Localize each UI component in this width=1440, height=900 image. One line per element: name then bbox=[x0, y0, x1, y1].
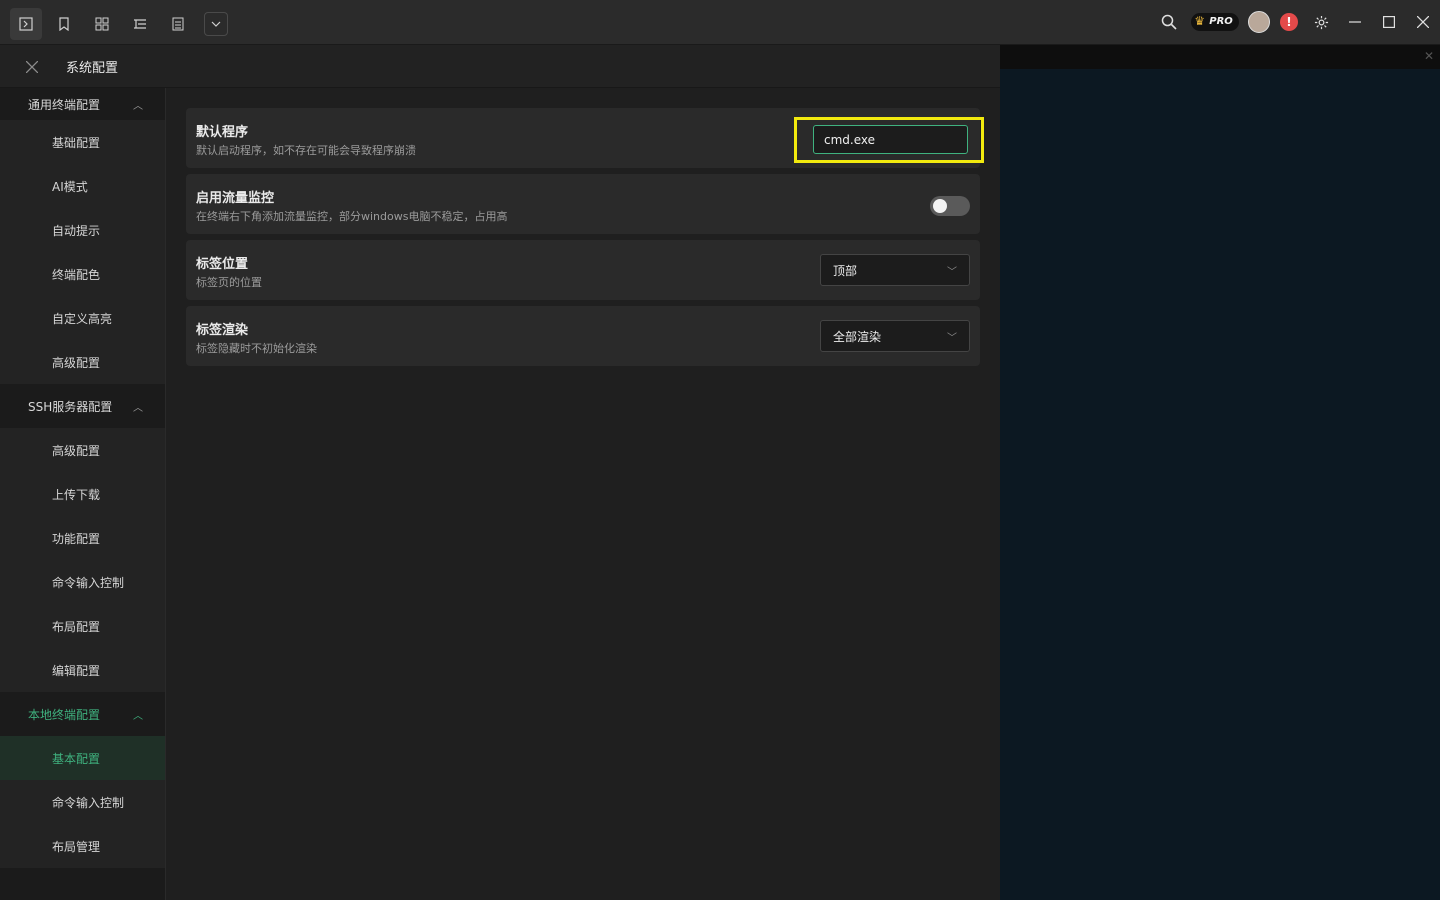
sidebar-item[interactable]: 高级配置 bbox=[0, 428, 165, 472]
avatar-button[interactable] bbox=[1244, 0, 1274, 44]
chevron-down-icon: ﹀ bbox=[947, 332, 957, 344]
panel-close-icon[interactable] bbox=[25, 57, 39, 78]
pro-button[interactable]: ♛ PRO bbox=[1186, 0, 1244, 44]
settings-content: 默认程序 默认启动程序，如不存在可能会导致程序崩溃 启用流量监控 在终端右下角添… bbox=[166, 88, 1000, 900]
terminal-icon[interactable] bbox=[10, 8, 42, 40]
setting-row-tab-render: 标签渲染 标签隐藏时不初始化渲染 全部渲染 ﹀ bbox=[186, 306, 980, 366]
tab-render-select[interactable]: 全部渲染 ﹀ bbox=[820, 320, 970, 352]
top-toolbar: ♛ PRO ! bbox=[0, 0, 1440, 45]
sidebar-group-general[interactable]: 通用终端配置 ︿ bbox=[0, 88, 165, 120]
sidebar-item[interactable]: 高级配置 bbox=[0, 340, 165, 384]
setting-label: 标签位置 bbox=[196, 257, 249, 272]
default-program-input[interactable] bbox=[813, 125, 968, 154]
sidebar-group-local[interactable]: 本地终端配置 ︿ bbox=[0, 692, 165, 736]
sidebar-item[interactable]: 布局管理 bbox=[0, 824, 165, 868]
setting-label: 默认程序 bbox=[196, 125, 249, 140]
pro-label: PRO bbox=[1209, 16, 1233, 27]
sidebar-item[interactable]: 命令输入控制 bbox=[0, 780, 165, 824]
traffic-monitor-toggle[interactable] bbox=[930, 196, 970, 216]
setting-description: 在终端右下角添加流量监控，部分windows电脑不稳定，占用高 bbox=[196, 210, 508, 223]
settings-sidebar: 通用终端配置 ︿ 基础配置 AI模式 自动提示 终端配色 自定义高亮 高级配置 … bbox=[0, 88, 166, 900]
setting-description: 标签页的位置 bbox=[196, 276, 262, 289]
sidebar-item[interactable]: 自动提示 bbox=[0, 208, 165, 252]
sidebar-item[interactable]: 上传下载 bbox=[0, 472, 165, 516]
right-toolbar: ♛ PRO ! bbox=[1152, 0, 1440, 44]
sidebar-item[interactable]: 自定义高亮 bbox=[0, 296, 165, 340]
sidebar-item[interactable]: 编辑配置 bbox=[0, 648, 165, 692]
panel-header: 系统配置 bbox=[0, 45, 1000, 88]
setting-row-default-program: 默认程序 默认启动程序，如不存在可能会导致程序崩溃 bbox=[186, 108, 984, 168]
group-label: 本地终端配置 bbox=[28, 707, 101, 722]
setting-label: 启用流量监控 bbox=[196, 191, 275, 206]
bookmark-icon[interactable] bbox=[48, 8, 80, 40]
sidebar-item[interactable]: AI模式 bbox=[0, 164, 165, 208]
chevron-up-icon: ︿ bbox=[133, 710, 143, 722]
select-value: 顶部 bbox=[833, 263, 858, 278]
minimize-icon[interactable] bbox=[1338, 0, 1372, 44]
sidebar-item[interactable]: 布局配置 bbox=[0, 604, 165, 648]
sidebar-group-ssh[interactable]: SSH服务器配置 ︿ bbox=[0, 384, 165, 428]
sidebar-item[interactable]: 终端配色 bbox=[0, 252, 165, 296]
terminal-tab-bar bbox=[1000, 45, 1440, 69]
tree-icon[interactable] bbox=[124, 8, 156, 40]
sidebar-item[interactable]: 功能配置 bbox=[0, 516, 165, 560]
panel-title: 系统配置 bbox=[66, 61, 119, 76]
setting-label: 标签渲染 bbox=[196, 323, 249, 338]
terminal-pane[interactable]: ✕ bbox=[1000, 45, 1440, 900]
chevron-up-icon: ︿ bbox=[133, 100, 143, 112]
sidebar-item[interactable]: 命令输入控制 bbox=[0, 560, 165, 604]
maximize-icon[interactable] bbox=[1372, 0, 1406, 44]
close-icon[interactable]: ✕ bbox=[1424, 49, 1434, 63]
group-label: SSH服务器配置 bbox=[28, 399, 113, 414]
setting-description: 默认启动程序，如不存在可能会导致程序崩溃 bbox=[196, 144, 416, 157]
layout-icon[interactable] bbox=[86, 8, 118, 40]
sidebar-item-selected[interactable]: 基本配置 bbox=[0, 736, 165, 780]
crown-icon: ♛ bbox=[1194, 14, 1205, 28]
search-icon[interactable] bbox=[1152, 0, 1186, 44]
left-toolbar bbox=[10, 8, 228, 40]
avatar bbox=[1248, 11, 1270, 33]
gear-icon[interactable] bbox=[1304, 0, 1338, 44]
group-label: 通用终端配置 bbox=[28, 97, 101, 112]
setting-row-traffic-monitor: 启用流量监控 在终端右下角添加流量监控，部分windows电脑不稳定，占用高 bbox=[186, 174, 980, 234]
chevron-up-icon: ︿ bbox=[133, 402, 143, 414]
select-value: 全部渲染 bbox=[833, 329, 882, 344]
alert-button[interactable]: ! bbox=[1274, 0, 1304, 44]
chevron-down-icon: ﹀ bbox=[947, 266, 957, 278]
toggle-knob bbox=[933, 199, 947, 213]
sidebar-item[interactable]: 基础配置 bbox=[0, 120, 165, 164]
alert-icon: ! bbox=[1280, 13, 1298, 31]
highlight-box bbox=[794, 117, 984, 163]
list-icon[interactable] bbox=[162, 8, 194, 40]
close-icon[interactable] bbox=[1406, 0, 1440, 44]
tab-position-select[interactable]: 顶部 ﹀ bbox=[820, 254, 970, 286]
setting-description: 标签隐藏时不初始化渲染 bbox=[196, 342, 317, 355]
chevron-down-icon[interactable] bbox=[204, 12, 228, 36]
setting-row-tab-position: 标签位置 标签页的位置 顶部 ﹀ bbox=[186, 240, 980, 300]
